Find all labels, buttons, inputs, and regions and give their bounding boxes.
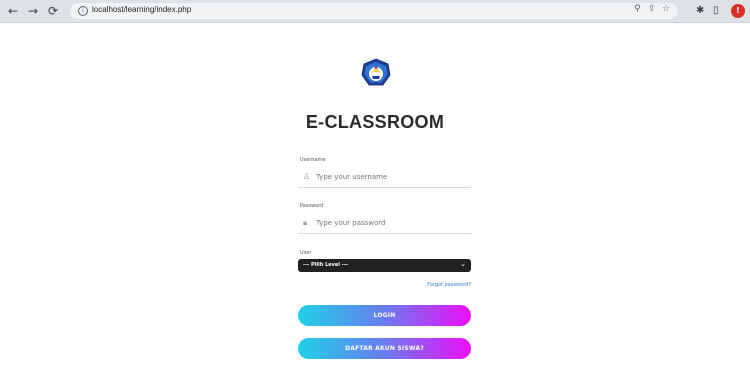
back-arrow-icon[interactable]: ←	[5, 3, 21, 19]
user-icon: ♙	[303, 172, 311, 181]
address-bar[interactable]: i localhost/learning/index.php ⚲ ⇪ ☆	[70, 3, 678, 19]
info-icon[interactable]: i	[78, 6, 88, 16]
password-label: Password	[300, 203, 324, 209]
browser-toolbar: ← → ⟳ i localhost/learning/index.php ⚲ ⇪…	[0, 0, 750, 23]
register-student-button[interactable]: DAFTAR AKUN SISWA?	[298, 338, 471, 359]
password-field[interactable]: 🔒︎	[298, 213, 471, 234]
chevron-down-icon: ⌄	[460, 260, 466, 268]
password-input[interactable]	[316, 216, 466, 230]
user-label: User	[300, 250, 312, 256]
star-icon[interactable]: ☆	[662, 4, 670, 14]
page-title: E-CLASSROOM	[305, 112, 445, 132]
login-button[interactable]: LOGIN	[298, 305, 471, 326]
user-level-selected: --- Pilih Level ---	[303, 262, 348, 268]
url-text[interactable]: localhost/learning/index.php	[92, 5, 191, 14]
reload-icon[interactable]: ⟳	[45, 3, 61, 19]
username-field[interactable]: ♙	[298, 167, 471, 188]
forward-arrow-icon[interactable]: →	[25, 3, 41, 19]
username-input[interactable]	[316, 170, 466, 184]
lock-icon: 🔒︎	[303, 218, 308, 227]
username-label: Username	[300, 157, 326, 163]
user-level-select[interactable]: --- Pilih Level --- ⌄	[298, 259, 471, 272]
zoom-icon[interactable]: ⚲	[634, 4, 641, 14]
profile-avatar[interactable]: !	[731, 4, 745, 18]
extensions-icon[interactable]: ✱	[696, 3, 704, 19]
share-icon[interactable]: ⇪	[648, 4, 656, 14]
forgot-password-link[interactable]: Forgot password?	[427, 282, 471, 288]
tut-wuri-handayani-logo-icon	[361, 58, 391, 86]
sidebar-icon[interactable]: ▯	[713, 3, 719, 19]
